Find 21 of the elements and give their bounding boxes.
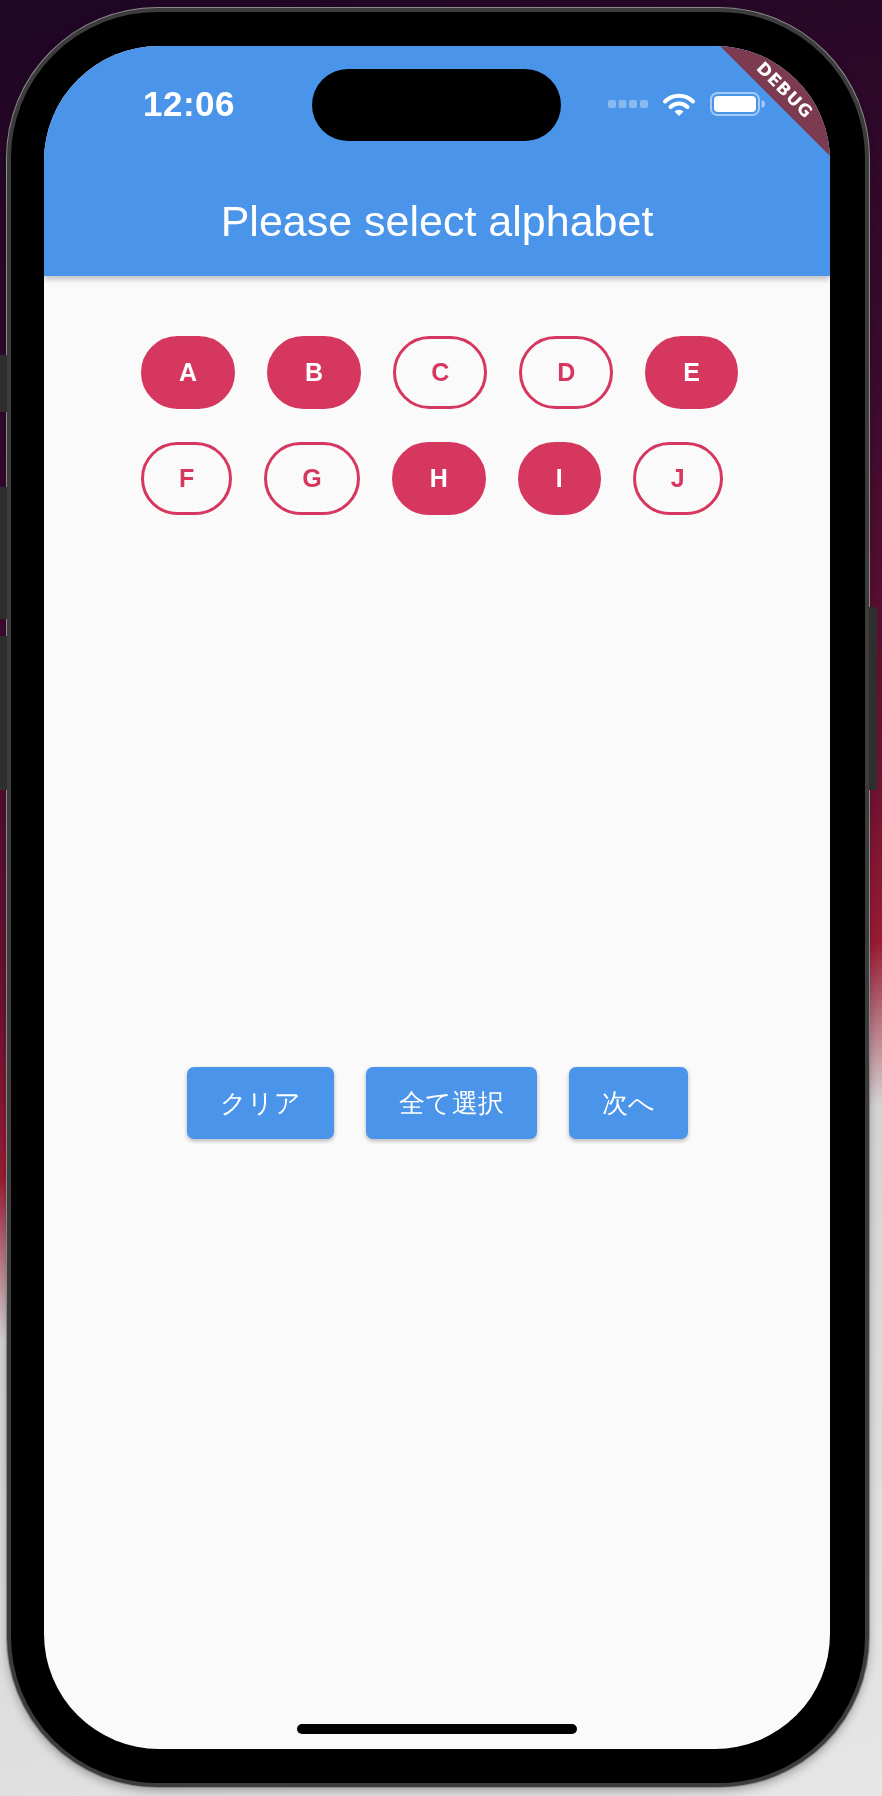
letter-chip[interactable]: H (391, 442, 486, 515)
select-all-button[interactable]: 全て選択 (365, 1067, 537, 1139)
clear-button[interactable]: クリア (186, 1067, 334, 1139)
signal-icon (608, 100, 648, 108)
app-title: Please select alphabet (220, 195, 654, 247)
side-button[interactable] (869, 607, 877, 790)
side-button[interactable] (0, 487, 7, 619)
letter-chip[interactable]: G (264, 442, 360, 515)
letter-chip[interactable]: J (632, 442, 723, 515)
letter-chip[interactable]: D (519, 336, 614, 409)
letter-chip[interactable]: A (141, 336, 236, 409)
letter-chip[interactable]: F (141, 442, 233, 515)
letter-chip[interactable]: B (267, 336, 362, 409)
next-button[interactable]: 次へ (568, 1067, 688, 1139)
letter-chip[interactable]: I (517, 442, 601, 515)
wifi-icon (662, 92, 696, 116)
status-time: 12:06 (142, 84, 236, 124)
side-button[interactable] (0, 636, 7, 790)
side-button[interactable] (0, 355, 7, 412)
letter-chip[interactable]: E (645, 336, 738, 409)
letter-chip[interactable]: C (393, 336, 488, 409)
